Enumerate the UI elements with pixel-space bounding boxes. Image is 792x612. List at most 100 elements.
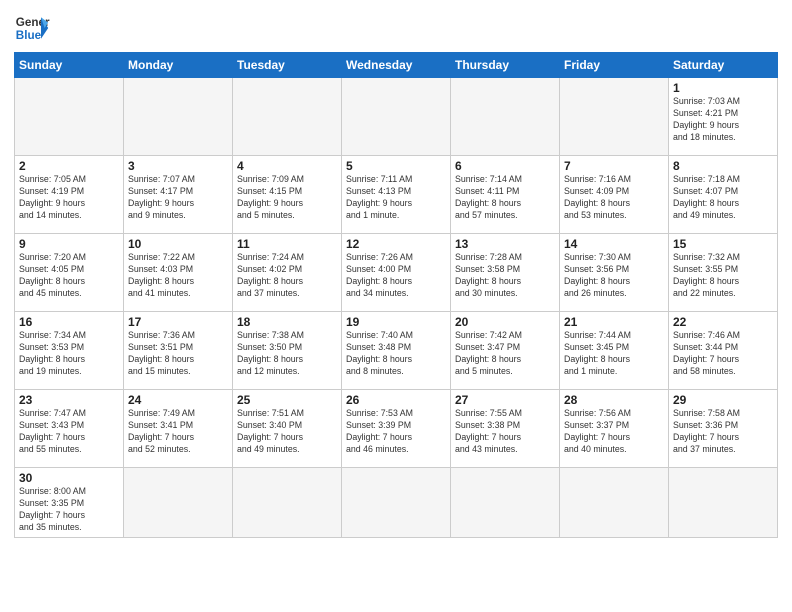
weekday-header-tuesday: Tuesday: [233, 53, 342, 78]
calendar-cell: 12Sunrise: 7:26 AMSunset: 4:00 PMDayligh…: [342, 234, 451, 312]
day-number: 11: [237, 237, 337, 251]
day-info: Sunrise: 7:09 AMSunset: 4:15 PMDaylight:…: [237, 174, 337, 222]
calendar-cell: [124, 78, 233, 156]
calendar-cell: 4Sunrise: 7:09 AMSunset: 4:15 PMDaylight…: [233, 156, 342, 234]
day-number: 17: [128, 315, 228, 329]
day-number: 14: [564, 237, 664, 251]
calendar-cell: 2Sunrise: 7:05 AMSunset: 4:19 PMDaylight…: [15, 156, 124, 234]
day-info: Sunrise: 7:38 AMSunset: 3:50 PMDaylight:…: [237, 330, 337, 378]
day-info: Sunrise: 7:53 AMSunset: 3:39 PMDaylight:…: [346, 408, 446, 456]
day-number: 22: [673, 315, 773, 329]
calendar-cell: 27Sunrise: 7:55 AMSunset: 3:38 PMDayligh…: [451, 390, 560, 468]
day-info: Sunrise: 7:26 AMSunset: 4:00 PMDaylight:…: [346, 252, 446, 300]
day-info: Sunrise: 7:58 AMSunset: 3:36 PMDaylight:…: [673, 408, 773, 456]
day-info: Sunrise: 7:34 AMSunset: 3:53 PMDaylight:…: [19, 330, 119, 378]
weekday-header-monday: Monday: [124, 53, 233, 78]
calendar-cell: 28Sunrise: 7:56 AMSunset: 3:37 PMDayligh…: [560, 390, 669, 468]
day-info: Sunrise: 7:46 AMSunset: 3:44 PMDaylight:…: [673, 330, 773, 378]
day-info: Sunrise: 7:07 AMSunset: 4:17 PMDaylight:…: [128, 174, 228, 222]
page-container: General Blue SundayMondayTuesdayWednesda…: [0, 0, 792, 544]
calendar-cell: [560, 78, 669, 156]
day-number: 18: [237, 315, 337, 329]
calendar-week-row: 30Sunrise: 8:00 AMSunset: 3:35 PMDayligh…: [15, 468, 778, 538]
calendar-cell: 1Sunrise: 7:03 AMSunset: 4:21 PMDaylight…: [669, 78, 778, 156]
calendar-cell: [451, 468, 560, 538]
day-info: Sunrise: 7:55 AMSunset: 3:38 PMDaylight:…: [455, 408, 555, 456]
day-info: Sunrise: 7:42 AMSunset: 3:47 PMDaylight:…: [455, 330, 555, 378]
calendar-week-row: 2Sunrise: 7:05 AMSunset: 4:19 PMDaylight…: [15, 156, 778, 234]
calendar-cell: 26Sunrise: 7:53 AMSunset: 3:39 PMDayligh…: [342, 390, 451, 468]
day-number: 15: [673, 237, 773, 251]
calendar-cell: 19Sunrise: 7:40 AMSunset: 3:48 PMDayligh…: [342, 312, 451, 390]
day-info: Sunrise: 7:36 AMSunset: 3:51 PMDaylight:…: [128, 330, 228, 378]
calendar-cell: [451, 78, 560, 156]
day-info: Sunrise: 7:16 AMSunset: 4:09 PMDaylight:…: [564, 174, 664, 222]
day-info: Sunrise: 8:00 AMSunset: 3:35 PMDaylight:…: [19, 486, 119, 534]
weekday-header-thursday: Thursday: [451, 53, 560, 78]
calendar-cell: 7Sunrise: 7:16 AMSunset: 4:09 PMDaylight…: [560, 156, 669, 234]
day-number: 24: [128, 393, 228, 407]
day-info: Sunrise: 7:47 AMSunset: 3:43 PMDaylight:…: [19, 408, 119, 456]
calendar-cell: 30Sunrise: 8:00 AMSunset: 3:35 PMDayligh…: [15, 468, 124, 538]
day-number: 5: [346, 159, 446, 173]
calendar-cell: 11Sunrise: 7:24 AMSunset: 4:02 PMDayligh…: [233, 234, 342, 312]
day-number: 4: [237, 159, 337, 173]
day-info: Sunrise: 7:56 AMSunset: 3:37 PMDaylight:…: [564, 408, 664, 456]
day-number: 19: [346, 315, 446, 329]
calendar-cell: 13Sunrise: 7:28 AMSunset: 3:58 PMDayligh…: [451, 234, 560, 312]
calendar-cell: 25Sunrise: 7:51 AMSunset: 3:40 PMDayligh…: [233, 390, 342, 468]
calendar-cell: 15Sunrise: 7:32 AMSunset: 3:55 PMDayligh…: [669, 234, 778, 312]
day-number: 26: [346, 393, 446, 407]
calendar-cell: 20Sunrise: 7:42 AMSunset: 3:47 PMDayligh…: [451, 312, 560, 390]
logo: General Blue: [14, 10, 50, 46]
calendar-cell: [233, 468, 342, 538]
calendar-week-row: 23Sunrise: 7:47 AMSunset: 3:43 PMDayligh…: [15, 390, 778, 468]
day-info: Sunrise: 7:03 AMSunset: 4:21 PMDaylight:…: [673, 96, 773, 144]
day-info: Sunrise: 7:11 AMSunset: 4:13 PMDaylight:…: [346, 174, 446, 222]
calendar-cell: [669, 468, 778, 538]
day-number: 13: [455, 237, 555, 251]
calendar-cell: [560, 468, 669, 538]
calendar-cell: 3Sunrise: 7:07 AMSunset: 4:17 PMDaylight…: [124, 156, 233, 234]
day-number: 28: [564, 393, 664, 407]
day-info: Sunrise: 7:18 AMSunset: 4:07 PMDaylight:…: [673, 174, 773, 222]
weekday-header-friday: Friday: [560, 53, 669, 78]
calendar-cell: 6Sunrise: 7:14 AMSunset: 4:11 PMDaylight…: [451, 156, 560, 234]
day-info: Sunrise: 7:32 AMSunset: 3:55 PMDaylight:…: [673, 252, 773, 300]
day-info: Sunrise: 7:22 AMSunset: 4:03 PMDaylight:…: [128, 252, 228, 300]
calendar-cell: [342, 78, 451, 156]
logo-icon: General Blue: [14, 10, 50, 46]
day-number: 8: [673, 159, 773, 173]
calendar-week-row: 9Sunrise: 7:20 AMSunset: 4:05 PMDaylight…: [15, 234, 778, 312]
day-info: Sunrise: 7:24 AMSunset: 4:02 PMDaylight:…: [237, 252, 337, 300]
calendar-cell: 14Sunrise: 7:30 AMSunset: 3:56 PMDayligh…: [560, 234, 669, 312]
day-info: Sunrise: 7:14 AMSunset: 4:11 PMDaylight:…: [455, 174, 555, 222]
calendar-cell: 22Sunrise: 7:46 AMSunset: 3:44 PMDayligh…: [669, 312, 778, 390]
day-number: 27: [455, 393, 555, 407]
day-number: 3: [128, 159, 228, 173]
day-number: 2: [19, 159, 119, 173]
calendar-cell: 18Sunrise: 7:38 AMSunset: 3:50 PMDayligh…: [233, 312, 342, 390]
calendar-cell: 9Sunrise: 7:20 AMSunset: 4:05 PMDaylight…: [15, 234, 124, 312]
calendar-cell: 24Sunrise: 7:49 AMSunset: 3:41 PMDayligh…: [124, 390, 233, 468]
day-info: Sunrise: 7:44 AMSunset: 3:45 PMDaylight:…: [564, 330, 664, 378]
day-number: 23: [19, 393, 119, 407]
day-info: Sunrise: 7:51 AMSunset: 3:40 PMDaylight:…: [237, 408, 337, 456]
day-number: 12: [346, 237, 446, 251]
day-info: Sunrise: 7:05 AMSunset: 4:19 PMDaylight:…: [19, 174, 119, 222]
calendar-cell: [342, 468, 451, 538]
weekday-header-wednesday: Wednesday: [342, 53, 451, 78]
calendar-cell: 10Sunrise: 7:22 AMSunset: 4:03 PMDayligh…: [124, 234, 233, 312]
svg-text:Blue: Blue: [16, 29, 42, 42]
weekday-header-saturday: Saturday: [669, 53, 778, 78]
day-number: 30: [19, 471, 119, 485]
calendar-table: SundayMondayTuesdayWednesdayThursdayFrid…: [14, 52, 778, 538]
weekday-header-row: SundayMondayTuesdayWednesdayThursdayFrid…: [15, 53, 778, 78]
day-number: 7: [564, 159, 664, 173]
calendar-cell: 21Sunrise: 7:44 AMSunset: 3:45 PMDayligh…: [560, 312, 669, 390]
calendar-cell: [233, 78, 342, 156]
calendar-week-row: 1Sunrise: 7:03 AMSunset: 4:21 PMDaylight…: [15, 78, 778, 156]
calendar-week-row: 16Sunrise: 7:34 AMSunset: 3:53 PMDayligh…: [15, 312, 778, 390]
day-info: Sunrise: 7:20 AMSunset: 4:05 PMDaylight:…: [19, 252, 119, 300]
calendar-cell: 8Sunrise: 7:18 AMSunset: 4:07 PMDaylight…: [669, 156, 778, 234]
